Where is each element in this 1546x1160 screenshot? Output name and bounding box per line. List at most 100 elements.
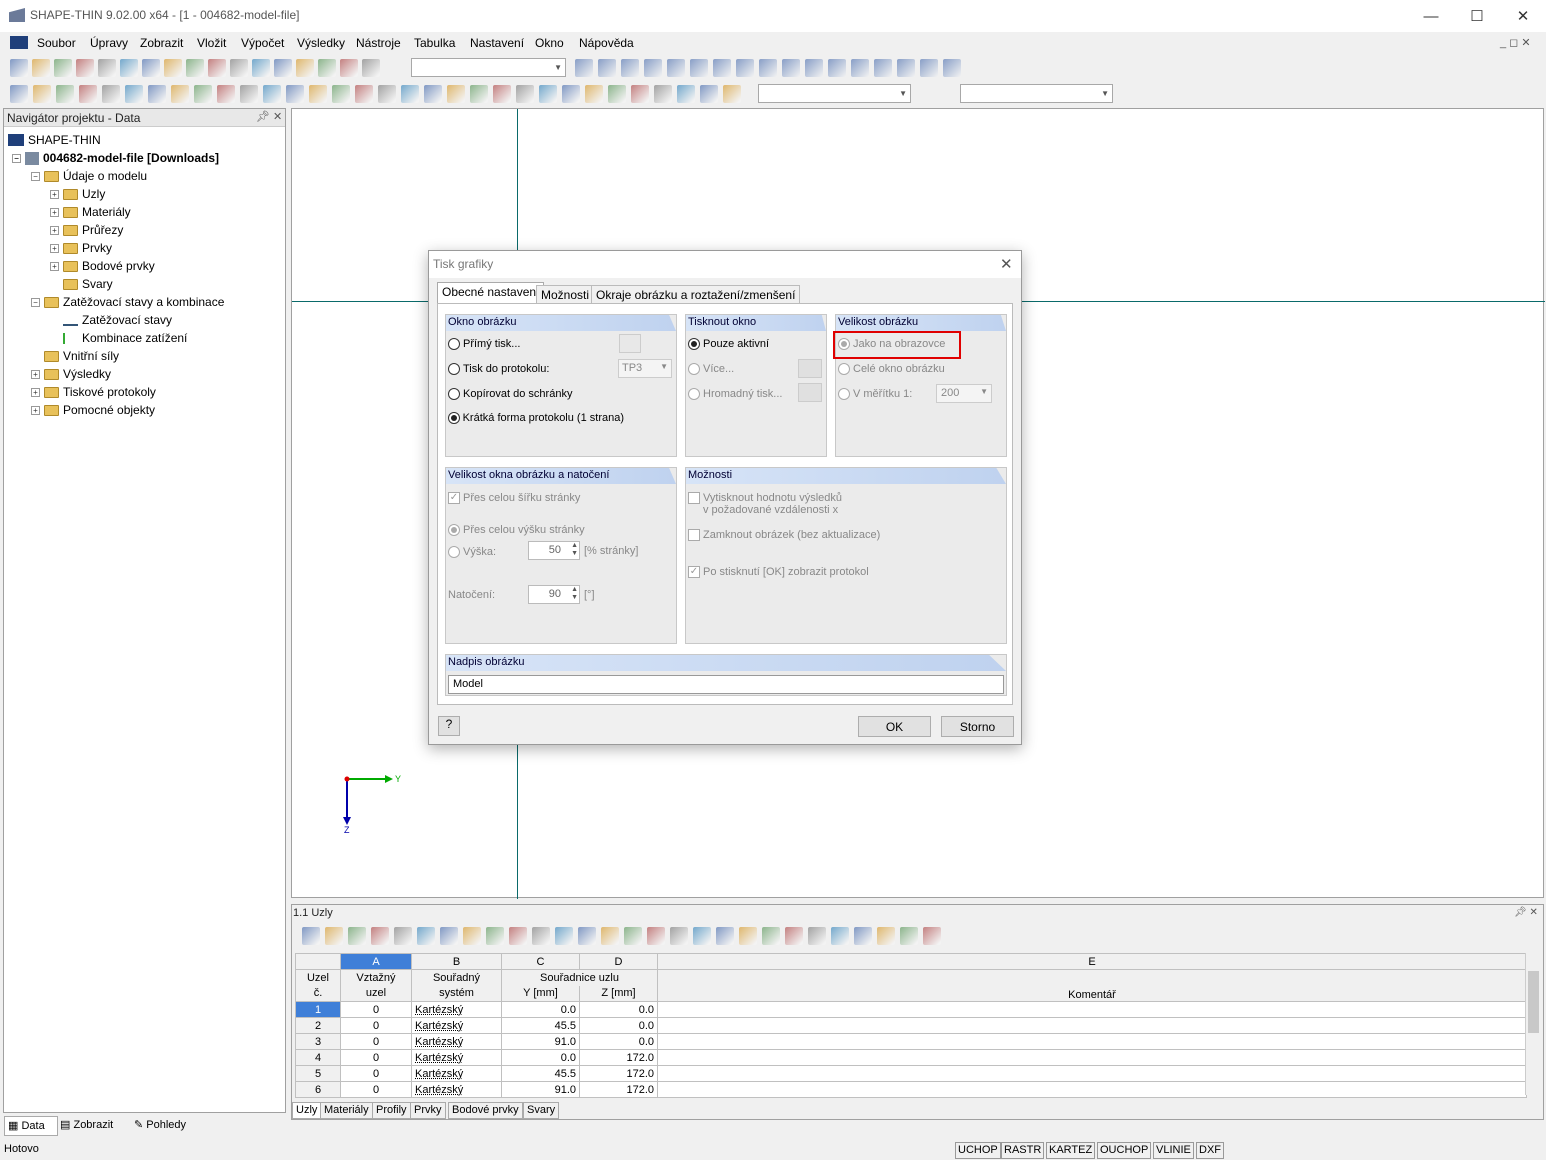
secondary-tool-icon[interactable]	[240, 85, 258, 103]
main-tool-icon[interactable]	[874, 59, 892, 77]
check-lock-image[interactable]: Zamknout obrázek (bez aktualizace)	[688, 529, 880, 541]
main-tool-icon[interactable]	[340, 59, 358, 77]
table-tool-icon[interactable]	[900, 927, 918, 945]
table-tool-icon[interactable]	[624, 927, 642, 945]
table-tool-icon[interactable]	[785, 927, 803, 945]
y-coord-cell[interactable]: 91.0	[501, 1081, 580, 1098]
menu-vysledky[interactable]: Výsledky	[297, 36, 345, 50]
secondary-tool-icon[interactable]	[56, 85, 74, 103]
main-tool-icon[interactable]	[713, 59, 731, 77]
table-tool-icon[interactable]	[877, 927, 895, 945]
table-tool-icon[interactable]	[693, 927, 711, 945]
main-tool-icon[interactable]	[76, 59, 94, 77]
caption-input[interactable]: Model	[448, 675, 1004, 694]
check-full-width[interactable]: ✓ Přes celou šířku stránky	[448, 492, 580, 504]
secondary-tool-icon[interactable]	[194, 85, 212, 103]
ok-button[interactable]: OK	[858, 716, 931, 737]
expand-icon[interactable]: +	[50, 261, 59, 271]
tree-item-prurezy[interactable]: + Průřezy	[50, 223, 123, 237]
secondary-tool-icon[interactable]	[79, 85, 97, 103]
expand-icon[interactable]: +	[50, 189, 59, 199]
radio-batch-print[interactable]: Hromadný tisk...	[688, 388, 782, 400]
z-coord-cell[interactable]: 172.0	[579, 1065, 658, 1082]
table-row[interactable]: 1 0 Kartézský 0.0 0.0	[295, 1001, 1527, 1018]
main-tool-icon[interactable]	[318, 59, 336, 77]
main-tool-icon[interactable]	[759, 59, 777, 77]
help-icon[interactable]: ?	[438, 716, 460, 736]
y-coord-cell[interactable]: 0.0	[501, 1049, 580, 1066]
table-tab-materialy[interactable]: Materiály	[320, 1102, 373, 1119]
main-tool-icon[interactable]	[644, 59, 662, 77]
coord-system-cell[interactable]: Kartézský	[411, 1017, 502, 1034]
tree-item-stavy[interactable]: Zatěžovací stavy	[63, 313, 172, 327]
radio-active-only[interactable]: Pouze aktivní	[688, 338, 769, 350]
comment-cell[interactable]	[657, 1033, 1527, 1050]
comment-cell[interactable]	[657, 1017, 1527, 1034]
tree-item-uzly[interactable]: + Uzly	[50, 187, 105, 201]
toolbar-combo-1[interactable]: ▼	[411, 58, 566, 77]
secondary-tool-icon[interactable]	[562, 85, 580, 103]
main-tool-icon[interactable]	[10, 59, 28, 77]
status-uchop[interactable]: UCHOP	[955, 1142, 1001, 1159]
toolbar-combo-3[interactable]: ▼	[960, 84, 1113, 103]
main-tool-icon[interactable]	[208, 59, 226, 77]
ref-node-cell[interactable]: 0	[340, 1081, 412, 1098]
close-icon[interactable]: ✕	[1500, 0, 1546, 32]
menu-nastroje[interactable]: Nástroje	[356, 36, 401, 50]
coord-system-cell[interactable]: Kartézský	[411, 1081, 502, 1098]
secondary-tool-icon[interactable]	[378, 85, 396, 103]
menu-vlozit[interactable]: Vložit	[197, 36, 226, 50]
y-coord-cell[interactable]: 45.5	[501, 1065, 580, 1082]
secondary-tool-icon[interactable]	[700, 85, 718, 103]
main-tool-icon[interactable]	[920, 59, 938, 77]
z-coord-cell[interactable]: 172.0	[579, 1049, 658, 1066]
main-tool-icon[interactable]	[32, 59, 50, 77]
comment-cell[interactable]	[657, 1049, 1527, 1066]
table-tab-uzly[interactable]: Uzly	[292, 1102, 322, 1119]
secondary-tool-icon[interactable]	[424, 85, 442, 103]
secondary-tool-icon[interactable]	[516, 85, 534, 103]
menu-vypocet[interactable]: Výpočet	[241, 36, 284, 50]
scale-select[interactable]: 200 ▼	[936, 384, 992, 403]
radio-full-height[interactable]: Přes celou výšku stránky	[448, 524, 585, 536]
collapse-icon[interactable]: −	[31, 297, 40, 307]
table-tool-icon[interactable]	[647, 927, 665, 945]
table-tool-icon[interactable]	[463, 927, 481, 945]
secondary-tool-icon[interactable]	[470, 85, 488, 103]
main-tool-icon[interactable]	[828, 59, 846, 77]
radio-scale[interactable]: V měřítku 1:	[838, 388, 912, 400]
main-tool-icon[interactable]	[142, 59, 160, 77]
secondary-tool-icon[interactable]	[539, 85, 557, 103]
report-select[interactable]: TP3 ▼	[618, 359, 672, 378]
table-tab-profily[interactable]: Profily	[372, 1102, 411, 1119]
check-print-result[interactable]: Vytisknout hodnotu výsledků v požadované …	[688, 492, 842, 516]
coord-system-cell[interactable]: Kartézský	[411, 1001, 502, 1018]
status-kartez[interactable]: KARTEZ	[1046, 1142, 1096, 1159]
radio-print-to-report[interactable]: Tisk do protokolu:	[448, 363, 549, 375]
table-tool-icon[interactable]	[831, 927, 849, 945]
secondary-tool-icon[interactable]	[723, 85, 741, 103]
main-tool-icon[interactable]	[897, 59, 915, 77]
table-tool-icon[interactable]	[716, 927, 734, 945]
main-tool-icon[interactable]	[943, 59, 961, 77]
main-tool-icon[interactable]	[362, 59, 380, 77]
menu-napoveda[interactable]: Nápověda	[579, 36, 634, 50]
cancel-button[interactable]: Storno	[941, 716, 1014, 737]
main-tool-icon[interactable]	[230, 59, 248, 77]
tab-margins[interactable]: Okraje obrázku a roztažení/zmenšení	[591, 285, 801, 304]
nav-tab-data[interactable]: ▦ Data	[4, 1116, 58, 1136]
more-select-icon[interactable]	[798, 359, 822, 378]
maximize-icon[interactable]: ☐	[1454, 0, 1500, 32]
expand-icon[interactable]: +	[50, 243, 59, 253]
main-tool-icon[interactable]	[598, 59, 616, 77]
main-tool-icon[interactable]	[296, 59, 314, 77]
menu-zobrazit[interactable]: Zobrazit	[140, 36, 183, 50]
table-tool-icon[interactable]	[440, 927, 458, 945]
main-tool-icon[interactable]	[782, 59, 800, 77]
comment-cell[interactable]	[657, 1081, 1527, 1098]
secondary-tool-icon[interactable]	[631, 85, 649, 103]
tree-item-prvky[interactable]: + Prvky	[50, 241, 112, 255]
ref-node-cell[interactable]: 0	[340, 1033, 412, 1050]
ref-node-cell[interactable]: 0	[340, 1001, 412, 1018]
z-coord-cell[interactable]: 0.0	[579, 1017, 658, 1034]
